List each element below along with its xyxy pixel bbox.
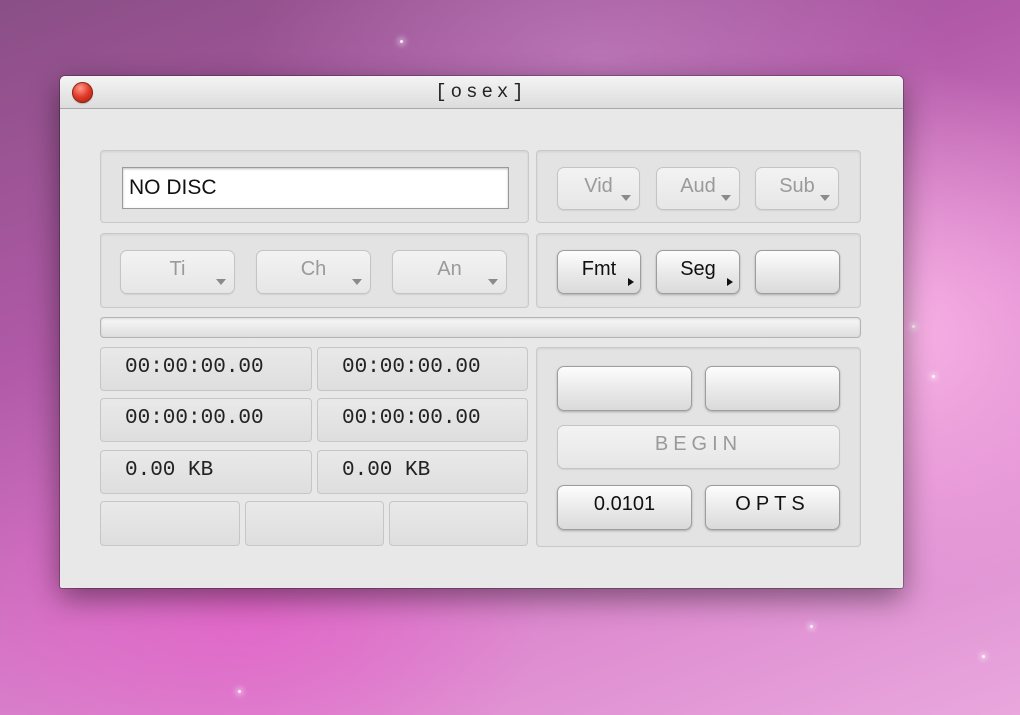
chevron-down-icon bbox=[488, 279, 498, 285]
disc-status-field[interactable]: NO DISC bbox=[122, 167, 509, 209]
size-left: 0.00 KB bbox=[100, 450, 312, 494]
title-popup[interactable]: Ti bbox=[120, 250, 235, 294]
format-popup[interactable]: Fmt bbox=[557, 250, 641, 294]
empty-cell-3 bbox=[389, 501, 528, 546]
desktop-sparkle bbox=[912, 325, 915, 328]
desktop-sparkle bbox=[932, 375, 935, 378]
desktop-sparkle bbox=[982, 655, 985, 658]
empty-cell-1 bbox=[100, 501, 240, 546]
chevron-right-icon bbox=[727, 278, 733, 286]
chevron-down-icon bbox=[721, 195, 731, 201]
chevron-down-icon bbox=[352, 279, 362, 285]
desktop-sparkle bbox=[400, 40, 403, 43]
angle-popup[interactable]: An bbox=[392, 250, 507, 294]
blank-button-2[interactable] bbox=[705, 366, 840, 411]
timecode-row1-left: 00:00:00.00 bbox=[100, 347, 312, 391]
timecode-row2-right: 00:00:00.00 bbox=[317, 398, 528, 442]
chevron-right-icon bbox=[628, 278, 634, 286]
begin-button-label: BEGIN bbox=[654, 433, 743, 455]
timecode-row1-right: 00:00:00.00 bbox=[317, 347, 528, 391]
version-button[interactable]: 0.0101 bbox=[557, 485, 692, 530]
opts-button[interactable]: OPTS bbox=[705, 485, 840, 530]
window-title: [osex] bbox=[435, 81, 528, 103]
empty-cell-2 bbox=[245, 501, 384, 546]
version-label: 0.0101 bbox=[593, 493, 656, 515]
audio-popup[interactable]: Aud bbox=[656, 167, 740, 210]
progress-bar bbox=[100, 317, 861, 338]
blank-button-1[interactable] bbox=[557, 366, 692, 411]
chevron-down-icon bbox=[216, 279, 226, 285]
title-popup-label: Ti bbox=[169, 258, 186, 280]
subtitle-popup[interactable]: Sub bbox=[755, 167, 839, 210]
segment-popup[interactable]: Seg bbox=[656, 250, 740, 294]
timecode-row2-left: 00:00:00.00 bbox=[100, 398, 312, 442]
size-right: 0.00 KB bbox=[317, 450, 528, 494]
app-window: [osex] NO DISC Vid Aud Sub Ti Ch An Fmt … bbox=[60, 76, 903, 588]
video-popup[interactable]: Vid bbox=[557, 167, 640, 210]
begin-button[interactable]: BEGIN bbox=[557, 425, 840, 469]
desktop-sparkle bbox=[238, 690, 241, 693]
chapter-popup-label: Ch bbox=[300, 258, 327, 280]
chevron-down-icon bbox=[621, 195, 631, 201]
angle-popup-label: An bbox=[437, 258, 462, 280]
title-bar[interactable]: [osex] bbox=[60, 76, 903, 109]
chapter-popup[interactable]: Ch bbox=[256, 250, 371, 294]
opts-button-label: OPTS bbox=[735, 493, 810, 515]
desktop-sparkle bbox=[810, 625, 813, 628]
extra-button[interactable] bbox=[755, 250, 840, 294]
chevron-down-icon bbox=[820, 195, 830, 201]
